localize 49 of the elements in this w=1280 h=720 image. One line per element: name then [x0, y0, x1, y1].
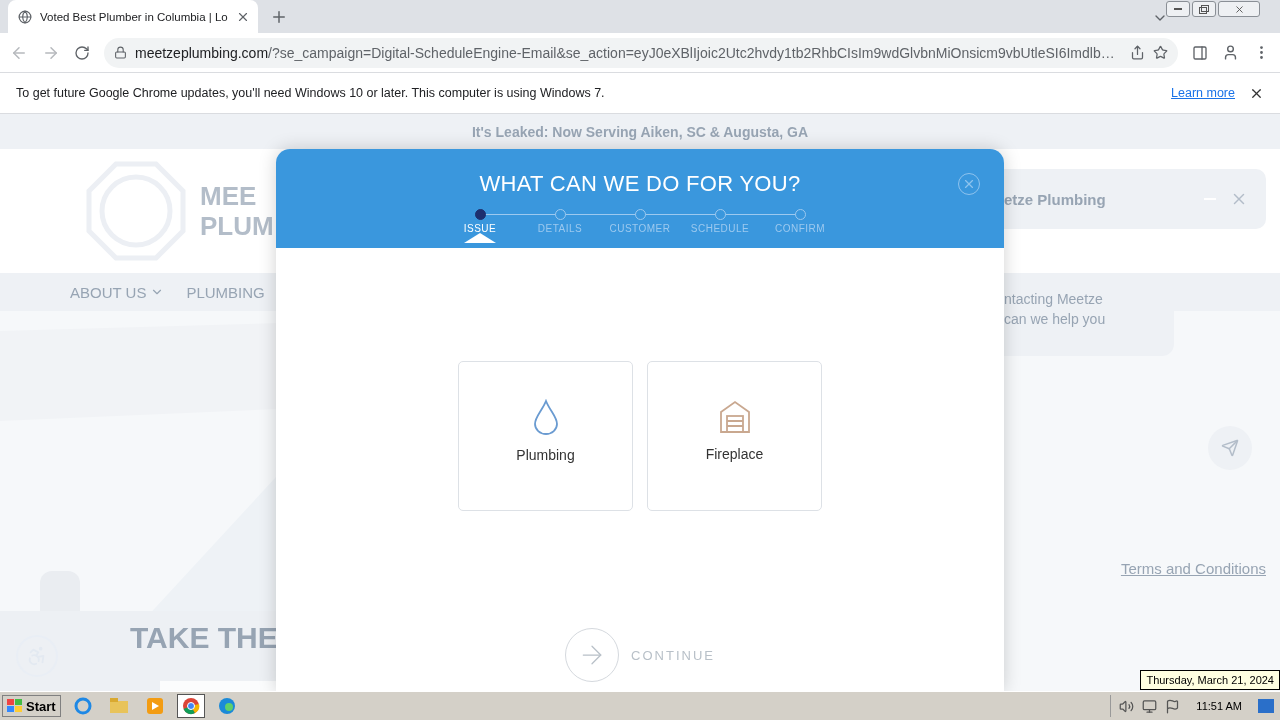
minimize-button[interactable]	[1166, 1, 1190, 17]
terms-link[interactable]: Terms and Conditions	[1120, 560, 1266, 577]
logo-word: MEE	[200, 181, 258, 211]
nav-link[interactable]: ABOUT US	[70, 283, 165, 301]
clock[interactable]: 11:51 AM	[1196, 700, 1242, 712]
lock-icon	[114, 46, 127, 59]
service-option[interactable]: Plumbing	[458, 361, 633, 511]
hero-heading: TAKE THE	[130, 621, 278, 655]
logo-word: PLUM	[200, 211, 274, 241]
minimize-icon	[1174, 7, 1182, 11]
nav-link[interactable]: PLUMBING	[186, 283, 265, 301]
learn-more-link[interactable]: Learn more	[1171, 86, 1235, 100]
share-icon[interactable]	[1130, 45, 1145, 60]
dialog-title: WHAT CAN WE DO FOR YOU?	[479, 171, 801, 197]
close-icon	[1233, 3, 1245, 15]
volume-icon[interactable]	[1119, 698, 1135, 714]
star-icon[interactable]	[1153, 45, 1168, 60]
chat-title: etze Plumbing	[1004, 190, 1106, 208]
flag-icon[interactable]	[1165, 698, 1181, 714]
chrome-icon[interactable]	[176, 694, 205, 718]
update-message: To get future Google Chrome updates, you'll need Windows 10 or later. This computer is using Windows 7.	[16, 86, 606, 100]
service-option[interactable]: Fireplace	[647, 361, 822, 511]
step-label[interactable]: ISSUE	[463, 223, 497, 234]
water-drop-icon	[532, 399, 559, 435]
start-button[interactable]: Start	[2, 695, 61, 717]
step-label[interactable]: CONFIRM	[774, 223, 826, 234]
close-button[interactable]	[1218, 1, 1260, 17]
reload-icon[interactable]	[74, 44, 90, 61]
profile-icon[interactable]	[1222, 44, 1239, 61]
tab-title: Voted Best Plumber in Columbia | Lo	[40, 10, 228, 23]
continue-button[interactable]: CONTINUE	[565, 628, 715, 682]
chat-message-line: ntacting Meetze	[1004, 290, 1104, 309]
announcement-text: It's Leaked: Now Serving Aiken, SC & Augusta, GA	[472, 123, 808, 140]
side-panel-icon[interactable]	[1192, 44, 1208, 61]
step-pointer	[464, 233, 496, 243]
date-tooltip: Thursday, March 21, 2024	[1140, 670, 1280, 690]
chat-message-line: can we help you	[1004, 310, 1107, 329]
step-label[interactable]: CUSTOMER	[609, 223, 671, 234]
restore-icon	[1199, 4, 1209, 14]
send-icon	[1221, 439, 1239, 457]
new-tab-icon[interactable]	[270, 8, 288, 26]
globe-icon	[18, 9, 32, 24]
step-label[interactable]: DETAILS	[537, 223, 583, 234]
step-label[interactable]: SCHEDULE	[690, 223, 750, 234]
restore-button[interactable]	[1192, 1, 1216, 17]
browser-tab[interactable]: Voted Best Plumber in Columbia | Lo	[8, 0, 258, 33]
url-text: meetzeplumbing.com/?se_campaign=Digital-ScheduleEngine-Email&se_action=eyJ0eXBlIjoic2Utc2hvdy1tb2RhbCIsIm9wdGlvbnMiOnsicm9vbUtleSI6Imdlb…	[135, 44, 1116, 61]
address-bar[interactable]: meetzeplumbing.com/?se_campaign=Digital-ScheduleEngine-Email&se_action=eyJ0eXBlIjoic2Utc2hvdy1tb2RhbCIsIm9wdGlvbnMiOnsicm9vbUtleSI6Imdlb…	[104, 37, 1178, 68]
windows-logo-icon	[7, 699, 23, 713]
